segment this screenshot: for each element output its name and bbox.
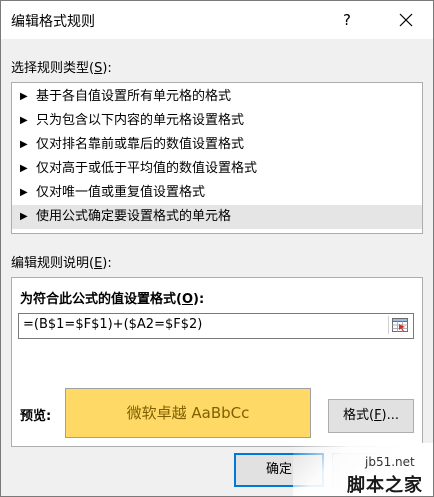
rule-type-item[interactable]: ▶ 仅对高于或低于平均值的数值设置格式: [12, 157, 422, 181]
rule-description-label: 编辑规则说明(E):: [11, 256, 112, 271]
formula-label: 为符合此公式的值设置格式(O):: [20, 292, 205, 307]
rule-type-list[interactable]: ▶ 基于各自值设置所有单元格的格式 ▶ 只为包含以下内容的单元格设置格式 ▶ 仅…: [11, 82, 423, 234]
rule-type-item-selected[interactable]: ▶ 使用公式确定要设置格式的单元格: [12, 205, 422, 229]
rule-type-item[interactable]: ▶ 基于各自值设置所有单元格的格式: [12, 85, 422, 109]
close-icon: [399, 13, 413, 27]
formula-input[interactable]: =(B$1=$F$1)+($A2=$F$2): [18, 313, 414, 339]
triangle-right-icon: ▶: [20, 91, 28, 102]
triangle-right-icon: ▶: [20, 187, 28, 198]
triangle-right-icon: ▶: [20, 211, 28, 222]
triangle-right-icon: ▶: [20, 115, 28, 126]
collapse-dialog-button[interactable]: [388, 316, 411, 334]
title-bar: 编辑格式规则 ?: [1, 1, 433, 39]
format-button[interactable]: 格式(F)...: [328, 399, 414, 433]
rule-type-item[interactable]: ▶ 仅对排名靠前或靠后的数值设置格式: [12, 133, 422, 157]
formula-value: =(B$1=$F$1)+($A2=$F$2): [23, 317, 203, 332]
range-select-icon: [392, 318, 408, 332]
edit-format-rule-dialog: 编辑格式规则 ? 选择规则类型(S): ▶ 基于各自值设置所有单元格的格式 ▶ …: [0, 0, 434, 497]
rule-type-item[interactable]: ▶ 只为包含以下内容的单元格设置格式: [12, 109, 422, 133]
triangle-right-icon: ▶: [20, 139, 28, 150]
help-button[interactable]: ?: [333, 7, 361, 33]
site-watermark: jb51.net 脚本之家: [293, 443, 433, 496]
preview-text: 微软卓越 AaBbCc: [126, 404, 250, 422]
triangle-right-icon: ▶: [20, 163, 28, 174]
watermark-url: jb51.net: [365, 455, 415, 469]
close-button[interactable]: [391, 7, 421, 33]
rule-type-label: 选择规则类型(S):: [11, 61, 112, 76]
preview-swatch: 微软卓越 AaBbCc: [65, 388, 311, 438]
rule-type-item[interactable]: ▶ 仅对唯一值或重复值设置格式: [12, 181, 422, 205]
rule-description-panel: 为符合此公式的值设置格式(O): =(B$1=$F$1)+($A2=$F$2) …: [11, 277, 423, 447]
watermark-brand: 脚本之家: [347, 475, 423, 496]
help-icon: ?: [343, 11, 351, 29]
preview-label: 预览:: [20, 409, 52, 424]
dialog-title: 编辑格式规则: [11, 14, 95, 30]
